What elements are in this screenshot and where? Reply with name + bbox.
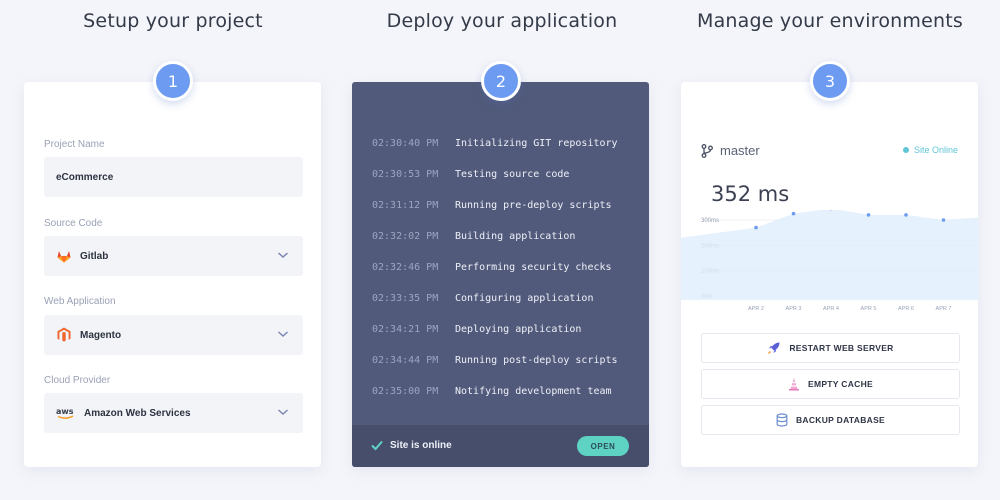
response-time-chart: 300ms200ms100ms0msAPR 2APR 3APR 4APR 5AP…	[681, 210, 978, 312]
chart-point	[866, 213, 871, 217]
check-icon	[371, 440, 383, 451]
log-message: Notifying development team	[455, 386, 612, 397]
magento-icon	[56, 327, 72, 343]
x-tick-label: APR 4	[823, 306, 839, 312]
rocket-icon	[767, 341, 781, 355]
log-entry: 02:34:44 PM Running post-deploy scripts	[372, 355, 618, 366]
empty-cache-button[interactable]: EMPTY CACHE	[701, 369, 960, 399]
cone-icon	[788, 377, 800, 391]
chevron-down-icon	[278, 252, 288, 259]
log-message: Running pre-deploy scripts	[455, 200, 612, 211]
web-application-select[interactable]: Magento	[44, 315, 303, 355]
x-tick-label: APR 7	[936, 306, 952, 312]
source-code-label: Source Code	[44, 218, 103, 229]
site-online-badge: Site Online	[902, 145, 958, 155]
log-time: 02:32:46 PM	[372, 262, 439, 273]
log-entry: 02:30:40 PM Initializing GIT repository	[372, 138, 618, 149]
x-tick-label: APR 2	[748, 306, 764, 312]
cloud-provider-label: Cloud Provider	[44, 375, 111, 386]
chart-area	[681, 210, 978, 300]
y-tick-label: 300ms	[701, 218, 719, 224]
column-title-setup: Setup your project	[83, 10, 263, 32]
log-entry: 02:32:02 PM Building application	[372, 231, 575, 242]
response-time-value: 352 ms	[711, 182, 790, 206]
backup-database-button[interactable]: BACKUP DATABASE	[701, 405, 960, 435]
restart-web-server-button[interactable]: RESTART WEB SERVER	[701, 333, 960, 363]
log-message: Configuring application	[455, 293, 594, 304]
log-entry: 02:31:12 PM Running pre-deploy scripts	[372, 200, 612, 211]
log-time: 02:34:44 PM	[372, 355, 439, 366]
open-site-button[interactable]: OPEN	[577, 436, 629, 456]
branch-indicator: master	[701, 143, 760, 158]
cloud-provider-value: Amazon Web Services	[84, 407, 191, 419]
web-application-label: Web Application	[44, 296, 116, 307]
log-time: 02:31:12 PM	[372, 200, 439, 211]
log-entry: 02:32:46 PM Performing security checks	[372, 262, 612, 273]
x-tick-label: APR 5	[861, 306, 877, 312]
deploy-log-panel: 02:30:40 PM Initializing GIT repository 0…	[352, 82, 649, 467]
log-message: Building application	[455, 231, 576, 242]
git-branch-icon	[701, 143, 713, 158]
site-online-status: Site is online	[390, 440, 452, 451]
log-time: 02:30:53 PM	[372, 169, 439, 180]
step-badge-2: 2	[481, 61, 521, 101]
column-title-deploy: Deploy your application	[386, 10, 618, 32]
chart-point	[791, 211, 796, 216]
restart-web-server-label: RESTART WEB SERVER	[789, 343, 894, 353]
chart-point	[904, 213, 908, 217]
log-entry: 02:35:00 PM Notifying development team	[372, 386, 612, 397]
log-time: 02:30:40 PM	[372, 138, 439, 149]
column-title-manage: Manage your environments	[697, 10, 963, 32]
chart-point	[941, 218, 946, 222]
gitlab-icon	[56, 248, 72, 264]
x-tick-label: APR 6	[898, 306, 914, 312]
log-time: 02:32:02 PM	[372, 231, 439, 242]
empty-cache-label: EMPTY CACHE	[807, 379, 873, 389]
log-message: Deploying application	[455, 324, 582, 335]
backup-database-label: BACKUP DATABASE	[795, 415, 886, 425]
log-message: Initializing GIT repository	[455, 138, 618, 149]
aws-icon: aws	[56, 405, 76, 421]
log-entry: 02:33:35 PM Configuring application	[372, 293, 593, 304]
cloud-provider-select[interactable]: aws Amazon Web Services	[44, 393, 303, 433]
source-code-select[interactable]: Gitlab	[44, 236, 303, 276]
project-name-value: eCommerce	[56, 171, 114, 183]
web-application-value: Magento	[80, 329, 122, 341]
setup-card: Project Name eCommerce Source Code Gitla…	[24, 82, 321, 467]
branch-name: master	[720, 143, 760, 158]
source-code-value: Gitlab	[80, 250, 109, 262]
chevron-down-icon	[278, 331, 288, 338]
log-time: 02:34:21 PM	[372, 324, 439, 335]
chevron-down-icon	[278, 409, 288, 416]
step-badge-3: 3	[810, 61, 850, 101]
log-entry: 02:34:21 PM Deploying application	[372, 324, 581, 335]
log-time: 02:33:35 PM	[372, 293, 439, 304]
x-tick-label: APR 3	[786, 306, 802, 312]
log-time: 02:35:00 PM	[372, 386, 439, 397]
step-badge-1: 1	[153, 61, 193, 101]
project-name-input[interactable]: eCommerce	[44, 157, 303, 197]
log-message: Performing security checks	[455, 262, 612, 273]
status-dot-icon	[902, 147, 909, 153]
project-name-label: Project Name	[44, 139, 105, 150]
deploy-status-bar: Site is online OPEN	[352, 425, 649, 467]
manage-card: master Site Online 352 ms 300ms200ms100m…	[681, 82, 978, 467]
log-message: Testing source code	[455, 169, 570, 180]
log-message: Running post-deploy scripts	[455, 355, 618, 366]
chart-point	[754, 225, 758, 230]
site-online-label: Site Online	[913, 145, 958, 155]
database-icon	[776, 413, 788, 427]
svg-text:aws: aws	[56, 407, 74, 416]
log-entry: 02:30:53 PM Testing source code	[372, 169, 569, 180]
